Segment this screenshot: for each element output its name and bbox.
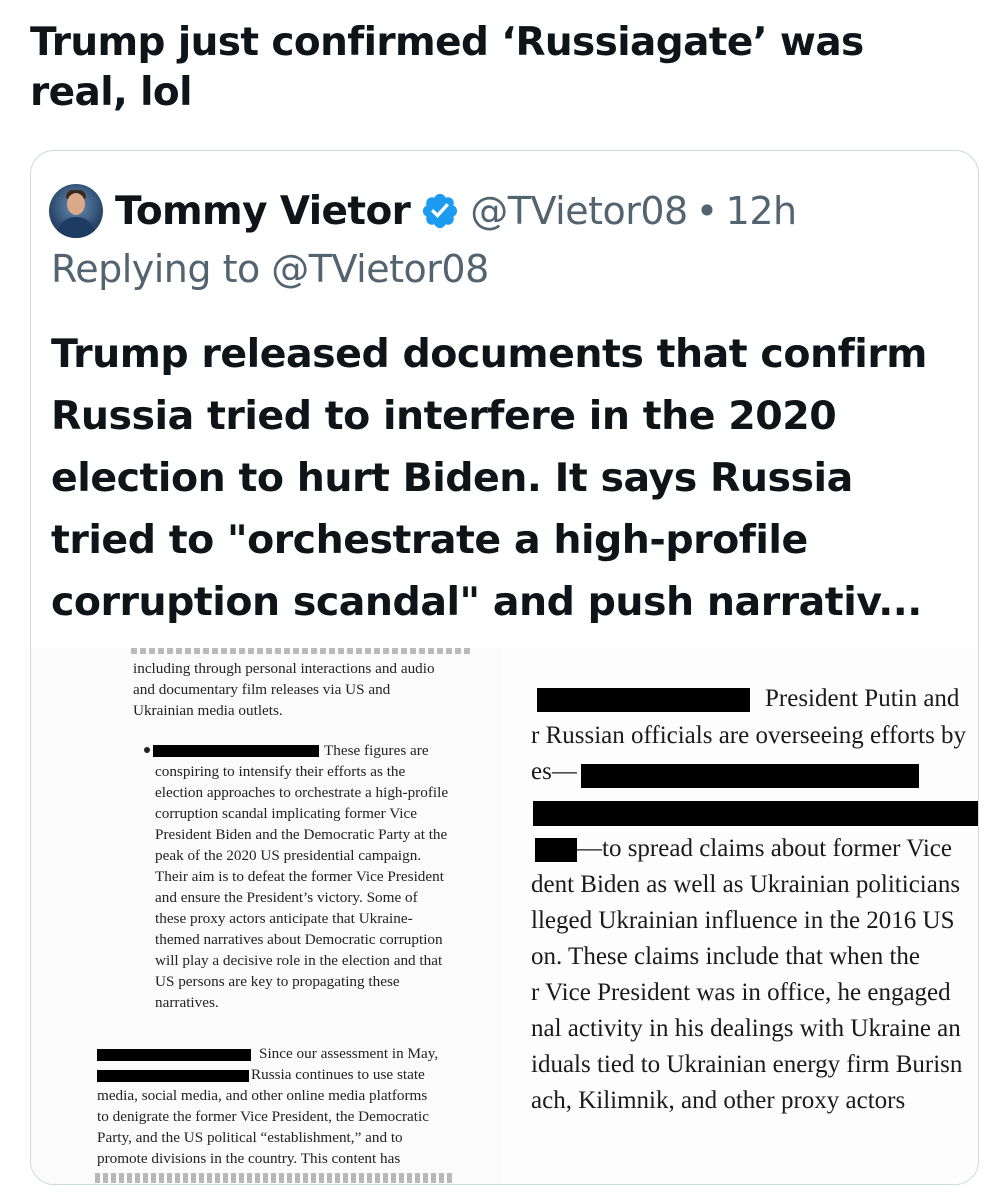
cropped-text-fragment [131,648,471,654]
quoted-text-line: Russia tried to interfere in the 2020 [51,393,837,439]
doc-line: US persons are key to propagating these [155,973,400,990]
redaction-bar [533,801,978,826]
doc-line: narratives. [155,994,219,1011]
redaction-bar [581,764,919,788]
doc-line: President Biden and the Democratic Party… [155,826,448,843]
quoted-tweet-header: Tommy Vietor @TVietor08 • 12h [49,184,797,238]
quoted-tweet-card[interactable]: Tommy Vietor @TVietor08 • 12h Replying t… [30,150,979,1185]
doc-line: President Putin and [765,685,960,712]
doc-line: lleged Ukrainian influence in the 2016 U… [531,907,955,934]
doc-line: ach, Kilimnik, and other proxy actors [531,1087,906,1114]
post-text-line: real, lol [30,70,193,115]
doc-line: dent Biden as well as Ukrainian politici… [531,871,961,898]
doc-line: —to spread claims about former Vice [577,835,952,862]
separator-dot: • [695,189,718,233]
author-handle[interactable]: @TVietor08 [470,189,688,233]
doc-line: and ensure the President’s victory. Some… [155,889,418,906]
doc-line: promote divisions in the country. This c… [97,1150,401,1167]
document-image-right[interactable]: President Putin and r Russian officials … [501,648,978,1184]
doc-line: r Vice President was in office, he engag… [531,979,951,1006]
author-display-name[interactable]: Tommy Vietor [115,189,411,234]
doc-line: media, social media, and other online me… [97,1087,428,1104]
doc-line: iduals tied to Ukrainian energy firm Bur… [531,1051,963,1078]
doc-line: Ukrainian media outlets. [133,702,283,719]
document-image-left[interactable]: including through personal interactions … [31,648,501,1184]
doc-line: Their aim is to defeat the former Vice P… [155,868,444,885]
doc-line: will play a decisive role in the electio… [155,952,443,969]
doc-line: on. These claims include that when the [531,943,921,970]
quoted-text-line: corruption scandal" and push narrativ... [51,579,922,625]
doc-line: to denigrate the former Vice President, … [97,1108,429,1125]
bullet-point [144,747,150,753]
doc-line: es— [531,758,577,785]
doc-line: conspiring to intensify their efforts as… [155,763,406,780]
quoted-text-line: Trump released documents that confirm [51,331,927,377]
post-text: Trump just confirmed ‘Russiagate’ was re… [30,18,980,118]
quoted-text-line: tried to "orchestrate a high-profile [51,517,808,563]
cropped-text-fragment [95,1173,455,1183]
doc-line: Party, and the US political “establishme… [97,1129,403,1146]
doc-line: peak of the 2020 US presidential campaig… [155,847,422,864]
redaction-bar [537,688,750,712]
redaction-bar [535,838,577,862]
doc-line: corruption scandal implicating former Vi… [155,805,417,822]
doc-line: r Russian officials are overseeing effor… [531,722,967,749]
timestamp[interactable]: 12h [726,189,797,233]
quoted-tweet-text: Trump released documents that confirm Ru… [51,323,966,633]
doc-line: Russia continues to use state [251,1066,425,1083]
redaction-bar [153,745,319,757]
doc-line: These figures are [324,742,429,759]
doc-line: themed narratives about Democratic corru… [155,931,443,948]
doc-line: and documentary film releases via US and [133,681,391,698]
quoted-text-line: election to hurt Biden. It says Russia [51,455,853,501]
replying-to[interactable]: Replying to @TVietor08 [51,247,489,291]
verified-badge-icon [423,193,458,229]
redaction-bar [97,1070,249,1082]
redaction-bar [97,1049,251,1061]
doc-line: including through personal interactions … [133,660,435,677]
avatar[interactable] [49,184,103,238]
post-text-line: Trump just confirmed ‘Russiagate’ was [30,20,864,65]
doc-line: these proxy actors anticipate that Ukrai… [155,910,413,927]
doc-line: nal activity in his dealings with Ukrain… [531,1015,961,1042]
doc-line: election approaches to orchestrate a hig… [155,784,449,801]
doc-line: Since our assessment in May, [259,1045,439,1062]
